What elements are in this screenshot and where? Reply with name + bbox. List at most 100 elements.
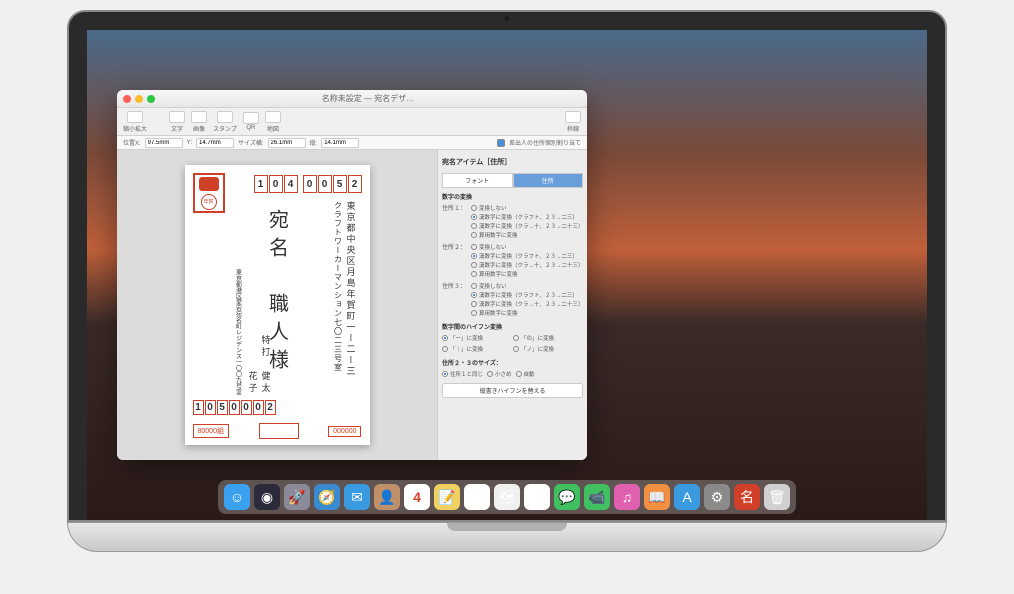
conv-radio[interactable] (471, 205, 477, 211)
surname-value[interactable]: 宛名 (687, 123, 703, 132)
zip-digit[interactable]: 0 (318, 175, 332, 193)
hyphen-radio-3[interactable] (442, 346, 448, 352)
line1-value[interactable]: 月島7023J-30 (697, 212, 734, 221)
avatar[interactable] (643, 122, 681, 150)
size-radio-1[interactable] (442, 371, 448, 377)
h-input[interactable] (321, 138, 359, 148)
text-tool[interactable]: 文字 (169, 111, 185, 133)
zip-digit[interactable]: 1 (193, 400, 204, 415)
minimize-button[interactable] (500, 65, 508, 73)
dock-messages-icon[interactable]: 💬 (554, 484, 580, 510)
zip-digit[interactable]: 2 (265, 400, 276, 415)
zip-digit[interactable]: 0 (269, 175, 283, 193)
email-placeholder[interactable]: 自宅E-mail (713, 312, 742, 321)
titlebar[interactable]: 名称未設定１ (482, 60, 902, 78)
stamp-tool[interactable]: スタンプ (213, 111, 237, 133)
conv-radio[interactable] (471, 292, 477, 298)
zip-digit[interactable]: 0 (229, 400, 240, 415)
contact-dropdown[interactable]: コンタクト ▼ (756, 85, 794, 94)
seg-cardtype[interactable]: 宛名状の種類 (639, 83, 702, 97)
conv-radio[interactable] (471, 214, 477, 220)
dock-reminders-icon[interactable]: ☑ (464, 484, 490, 510)
qr-tool[interactable]: QR (243, 112, 259, 131)
dock-finder-icon[interactable]: ☺ (224, 484, 250, 510)
hyphen-radio-1[interactable] (442, 335, 448, 341)
recipient-address-1[interactable]: 東京都中央区月島年賀町一ー二ー三 (343, 201, 357, 377)
minimize-button[interactable] (135, 95, 143, 103)
titlebar[interactable]: 名称未設定 — 宛名デザ… (117, 90, 587, 108)
x-input[interactable] (145, 138, 183, 148)
zip-digit[interactable]: 1 (254, 175, 268, 193)
size-radio-2[interactable] (487, 371, 493, 377)
zip-digit[interactable]: 0 (205, 400, 216, 415)
print-checkbox[interactable] (679, 199, 687, 207)
apply-hyphen-button[interactable]: 縦書きハイフンを替える (442, 383, 583, 398)
email-plus[interactable]: + (661, 310, 675, 322)
minus-button[interactable]: − (643, 197, 657, 209)
tab-company[interactable]: 会社名 (673, 174, 702, 190)
sender-address[interactable]: 東京都港区愛宕宛名町レジデンス一〇〇九号室 (233, 269, 242, 395)
tel-plus[interactable]: + (661, 295, 675, 307)
dock-calendar-icon[interactable]: 4 (404, 484, 430, 510)
zip-digit[interactable]: 5 (217, 400, 228, 415)
zoom-button[interactable] (512, 65, 520, 73)
tab-remark[interactable]: 備考 (740, 174, 762, 190)
tel-placeholder[interactable]: 自宅電話 (713, 297, 737, 306)
seg-message[interactable]: 通信欄 (702, 83, 743, 97)
add-field-dropdown[interactable]: 連絡先フィールドを追加 (697, 328, 763, 337)
sender-zip[interactable]: 1050002 (193, 400, 276, 415)
dock-facetime-icon[interactable]: 📹 (584, 484, 610, 510)
globe-icon[interactable]: ⊕ (643, 255, 693, 262)
dock-settings-icon[interactable]: ⚙ (704, 484, 730, 510)
plus-button[interactable]: + (661, 197, 675, 209)
zip-value[interactable]: 104-0052 (697, 244, 722, 250)
seg-addressbook[interactable]: 住所録 (597, 83, 639, 97)
sender-name[interactable]: 特打 健太 花子 (247, 335, 273, 395)
recipient-zip[interactable]: 1040052 (254, 175, 362, 193)
kana2[interactable]: しょくにん (717, 138, 747, 144)
conv-radio[interactable] (471, 244, 477, 250)
image-tool[interactable]: 画像 (191, 111, 207, 133)
postcard-preview[interactable]: 年賀 1040052 東京都中央区月島年賀町一ー二ー三 クラフトワーカーマンショ… (185, 165, 370, 445)
dock-siri-icon[interactable]: ◉ (254, 484, 280, 510)
conv-radio[interactable] (471, 232, 477, 238)
addr-placeholder[interactable]: 住所を入力 (697, 278, 727, 287)
kana1[interactable]: あてな (687, 138, 705, 144)
delete-button[interactable]: 削除 (872, 156, 896, 168)
zip-digit[interactable]: 0 (241, 400, 252, 415)
other-section-header[interactable]: ◯ その他 (643, 227, 896, 236)
conv-radio[interactable] (471, 283, 477, 289)
addr-line1[interactable]: 東京都中央区月島年賀町１－２－３ (697, 254, 793, 263)
sender-assign-checkbox[interactable] (497, 139, 505, 147)
zoom-tool[interactable]: 縮小拡大 (123, 111, 147, 133)
tab-font[interactable]: フォント (442, 173, 513, 188)
addr-line2[interactable]: クラフトワーカーマンション7023号室 (697, 266, 800, 275)
tab-address[interactable]: 住所 (513, 173, 584, 188)
dock-app-icon[interactable]: 名 (734, 484, 760, 510)
hyphen-radio-4[interactable] (513, 346, 519, 352)
zip-digit[interactable]: 2 (348, 175, 362, 193)
dock-photos-icon[interactable]: ❀ (524, 484, 550, 510)
dock-safari-icon[interactable]: 🧭 (314, 484, 340, 510)
zip-digit[interactable]: 5 (333, 175, 347, 193)
y-input[interactable] (196, 138, 234, 148)
tel-minus[interactable]: − (643, 295, 657, 307)
dock-mail-icon[interactable]: ✉ (344, 484, 370, 510)
dock-trash-icon[interactable]: 🗑 (764, 484, 790, 510)
stamp-area[interactable]: 年賀 (193, 173, 225, 213)
size-radio-3[interactable] (516, 371, 522, 377)
conv-radio[interactable] (471, 310, 477, 316)
close-button[interactable] (123, 95, 131, 103)
zoom-button[interactable] (147, 95, 155, 103)
dock-contacts-icon[interactable]: 👤 (374, 484, 400, 510)
tab-memo[interactable]: メモ (710, 174, 732, 190)
zip-digit[interactable]: 4 (284, 175, 298, 193)
map-tool[interactable]: 地図 (265, 111, 281, 133)
email-minus[interactable]: − (643, 310, 657, 322)
dock-itunes-icon[interactable]: ♫ (614, 484, 640, 510)
given-value[interactable]: 職人 (711, 123, 727, 132)
tab-address[interactable]: 住所 (643, 174, 665, 190)
assigned-dropdown[interactable]: 標準 ▼ (697, 158, 717, 167)
conv-radio[interactable] (471, 301, 477, 307)
canvas[interactable]: 年賀 1040052 東京都中央区月島年賀町一ー二ー三 クラフトワーカーマンショ… (117, 150, 437, 460)
